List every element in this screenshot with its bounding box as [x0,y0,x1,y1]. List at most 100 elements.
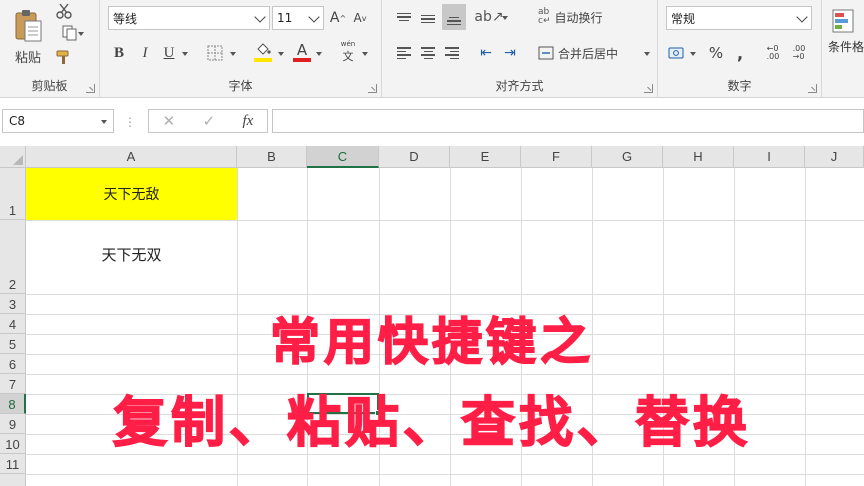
insert-function-icon[interactable]: fx [242,113,253,130]
borders-dropdown-caret[interactable] [230,52,236,56]
column-header-c[interactable]: C [307,146,379,168]
chevron-down-icon [796,11,808,23]
select-all-button[interactable] [0,146,26,168]
underline-dropdown-caret[interactable] [182,52,188,56]
percent-button[interactable]: % [706,42,726,64]
orientation-button[interactable]: ab↗ [474,6,503,28]
cut-button[interactable] [54,2,74,20]
row-header-3[interactable]: 3 [0,294,26,314]
caption-line-1: 常用快捷键之 [269,312,594,372]
grow-font-glyph: A [329,10,340,26]
decrease-indent-button[interactable]: ⇤ [476,42,496,64]
phonetic-button[interactable]: wén 文 [338,40,358,64]
comma-button[interactable]: , [732,42,748,64]
increase-decimal-button[interactable]: ←0.00 [762,42,784,64]
number-format-combo[interactable]: 常规 [666,6,812,30]
column-header-a[interactable]: A [26,146,237,168]
font-launcher-icon[interactable] [368,84,377,93]
align-middle-button[interactable] [418,6,438,28]
caption-line-2: 复制、粘贴、查找、替换 [112,390,751,455]
increase-font-button[interactable]: A ^ [328,6,348,30]
decrease-decimal-button[interactable]: .00 →0 [788,42,810,64]
phonetic-dropdown-caret[interactable] [362,52,368,56]
clipboard-launcher-icon[interactable] [86,84,95,93]
row-header-2[interactable]: 2 [0,220,26,294]
align-right-button[interactable] [442,42,462,64]
cell-a2[interactable]: 天下无双 [26,220,237,294]
column-header-d[interactable]: D [379,146,450,168]
font-size-combo[interactable]: 11 [272,6,324,30]
increase-decimal-icon: ←0.00 [766,44,780,61]
wrap-text-icon: ab c↵ [538,7,551,26]
clipboard-group: 粘贴 剪贴板 [0,0,100,98]
column-header-e[interactable]: E [450,146,521,168]
underline-button[interactable]: U [160,42,178,64]
grid-line [26,374,864,375]
number-launcher-icon[interactable] [808,84,817,93]
column-header-b[interactable]: B [237,146,307,168]
merge-dropdown-caret[interactable] [644,52,650,56]
align-top-button[interactable] [394,6,414,28]
name-box[interactable]: C8 [2,109,114,133]
wrap-text-button[interactable]: ab c↵ 自动换行 [538,6,638,28]
increase-indent-button[interactable]: ⇥ [500,42,520,64]
column-header-h[interactable]: H [663,146,734,168]
font-color-dropdown-caret[interactable] [316,52,322,56]
number-group-label: 数字 [727,79,752,93]
italic-button[interactable]: I [136,42,154,64]
font-color-button[interactable]: A [292,40,312,64]
font-name-combo[interactable]: 等线 [108,6,270,30]
column-header-f[interactable]: F [521,146,592,168]
column-header-j[interactable]: J [805,146,864,168]
alignment-group: ab↗ ab c↵ 自动换行 ⇤ ⇥ 合并后居中 对齐方式 [382,0,658,98]
orientation-dropdown-caret[interactable] [502,16,508,20]
copy-dropdown-caret[interactable] [78,32,84,36]
copy-button[interactable] [54,24,86,42]
alignment-group-label: 对齐方式 [495,79,544,93]
cell-a1[interactable]: 天下无敌 [26,168,237,220]
font-size-value: 11 [277,11,293,25]
font-group-label: 字体 [228,79,253,93]
row-header-1[interactable]: 1 [0,168,26,220]
paint-bucket-icon [257,42,271,55]
align-left-button[interactable] [394,42,414,64]
merge-cells-icon [538,46,554,60]
column-header-g[interactable]: G [592,146,663,168]
align-center-button[interactable] [418,42,438,64]
conditional-formatting-button[interactable] [830,8,856,34]
enter-icon[interactable]: ✓ [203,112,216,130]
wrap-text-label: 自动换行 [554,10,603,25]
orientation-icon: ab↗ [474,9,504,25]
row-header-11[interactable]: 11 [0,454,26,474]
align-bottom-button[interactable] [442,4,466,30]
chevron-down-icon [308,11,320,23]
name-box-dropdown-caret[interactable] [101,120,107,124]
fill-color-button[interactable] [252,40,274,64]
paste-button[interactable]: 粘贴 [10,2,46,72]
alignment-launcher-icon[interactable] [644,84,653,93]
align-left-icon [397,47,411,59]
phonetic-glyph: 文 [342,50,354,63]
bold-button[interactable]: B [110,42,128,64]
decrease-font-button[interactable]: Av [350,6,370,30]
borders-button[interactable] [204,42,226,64]
copy-icon [62,25,77,41]
align-top-icon [397,12,411,22]
align-right-icon [445,47,459,59]
fill-color-dropdown-caret[interactable] [278,52,284,56]
decrease-indent-icon: ⇤ [480,45,492,61]
cancel-icon[interactable]: ✕ [163,112,176,130]
font-color-glyph: A [296,41,308,59]
shrink-font-glyph: A [353,11,362,25]
ribbon: 粘贴 剪贴板 等线 11 A ^ A v B I U A wén 文 字体 ab… [0,0,864,98]
row-header-12-partial[interactable] [0,474,26,486]
decrease-decimal-icon: .00 →0 [792,44,806,61]
accounting-format-button[interactable] [666,42,688,64]
formula-bar-splitter[interactable]: ⋮ [124,115,137,129]
merge-center-button[interactable]: 合并后居中 [538,42,642,64]
accounting-dropdown-caret[interactable] [690,52,696,56]
column-header-i[interactable]: I [734,146,805,168]
conditional-formatting-icon [832,9,854,33]
formula-input[interactable] [272,109,864,133]
format-painter-button[interactable] [54,48,74,66]
